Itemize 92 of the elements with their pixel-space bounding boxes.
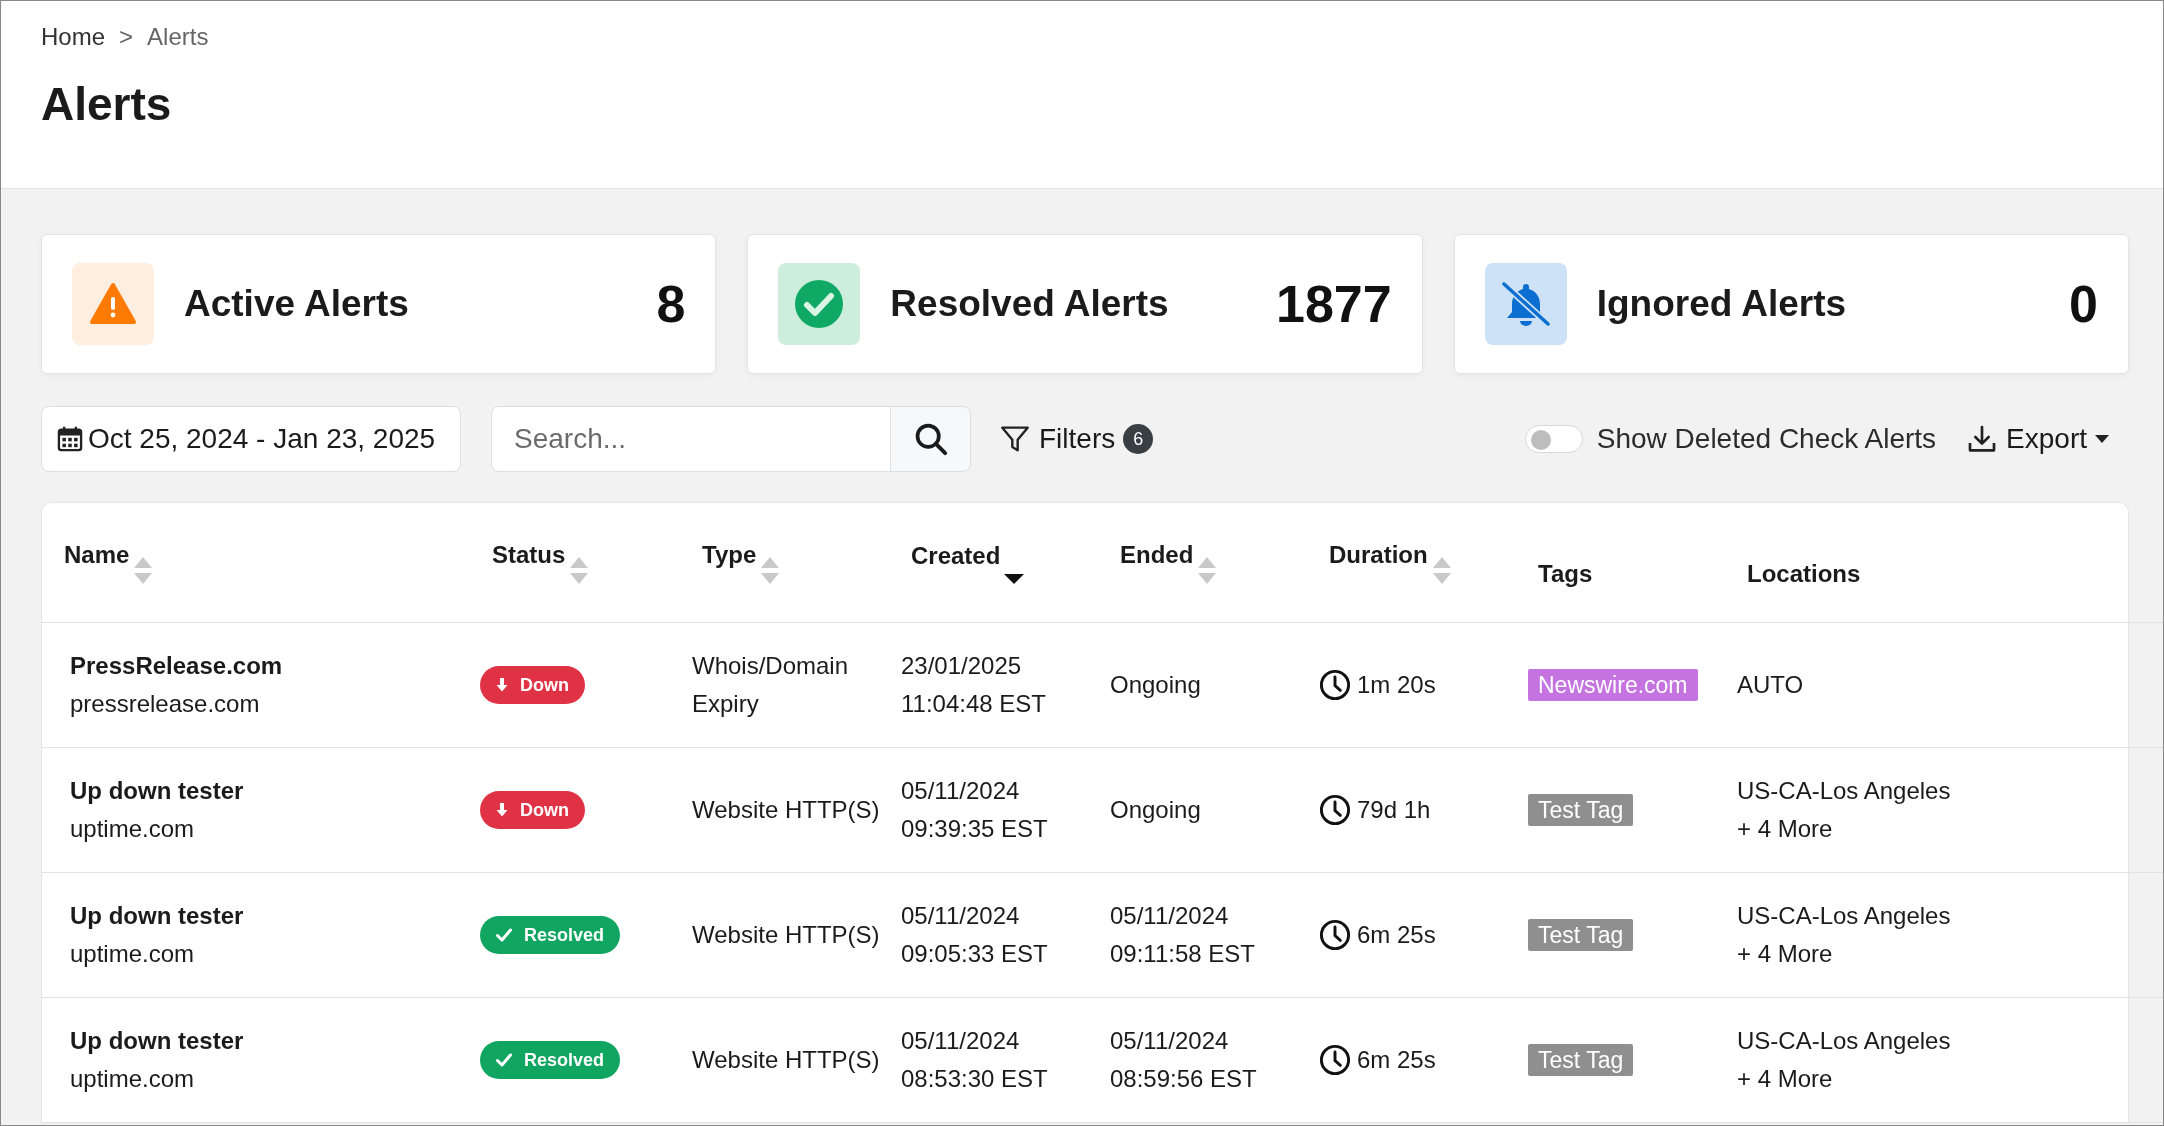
bell-slash-icon: [1499, 280, 1552, 328]
down-arrow-icon: [496, 803, 508, 817]
stat-label: Resolved Alerts: [890, 283, 1170, 325]
clock-icon: [1319, 669, 1351, 701]
location: US-CA-Los Angeles: [1737, 776, 1952, 806]
created-time: 09:39:35 EST: [901, 814, 1049, 844]
search-button[interactable]: [891, 406, 971, 472]
created-time: 05/11/2024: [901, 901, 1021, 931]
created-time: 11:04:48 EST: [901, 689, 1047, 719]
ended-time: 08:59:56 EST: [1110, 1064, 1258, 1094]
column-header[interactable]: Name: [42, 503, 470, 623]
clock-icon: [1319, 919, 1351, 951]
date-range-picker[interactable]: Oct 25, 2024 - Jan 23, 2025: [41, 406, 461, 472]
ended-time: 05/11/2024: [1110, 1026, 1230, 1056]
filters-label: Filters: [1039, 423, 1116, 455]
check-circle-icon: [794, 279, 845, 329]
breadcrumb-current: Alerts: [147, 23, 209, 51]
created-time: 09:05:33 EST: [901, 939, 1049, 969]
breadcrumb-separator: >: [119, 23, 134, 51]
status-badge: Down: [480, 666, 585, 704]
stat-count: 0: [2069, 274, 2098, 334]
column-label: Locations: [1747, 559, 1861, 588]
alert-host: uptime.com: [70, 1064, 196, 1094]
alert-type: Website HTTP(S): [692, 920, 881, 950]
alert-name: Up down tester: [70, 901, 245, 931]
column-header[interactable]: Created: [889, 503, 1098, 623]
export-button[interactable]: Export: [1966, 423, 2109, 455]
column-label: Status: [492, 540, 566, 569]
check-icon: [496, 928, 512, 942]
status-badge: Resolved: [480, 916, 621, 954]
breadcrumb-link[interactable]: Home: [41, 23, 106, 51]
duration: 1m 20s: [1357, 670, 1436, 700]
location: US-CA-Los Angeles: [1737, 901, 1952, 931]
created-time: 05/11/2024: [901, 1026, 1021, 1056]
alert-host: pressrelease.com: [70, 689, 261, 719]
created-time: 05/11/2024: [901, 776, 1021, 806]
calendar-icon: [56, 425, 84, 453]
ended-time: Ongoing: [1110, 795, 1202, 825]
column-label: Type: [702, 540, 757, 569]
down-arrow-icon: [496, 678, 508, 692]
created-time: 23/01/2025: [901, 651, 1023, 681]
tag-label: Newswire.com: [1528, 669, 1698, 701]
funnel-icon: [999, 423, 1031, 455]
search-field[interactable]: Search...: [491, 406, 891, 472]
alert-type: Website HTTP(S): [692, 1045, 881, 1075]
column-label: Tags: [1538, 559, 1593, 588]
tag-label: Test Tag: [1528, 794, 1634, 826]
alert-name: Up down tester: [70, 1026, 245, 1056]
clock-icon: [1319, 794, 1351, 826]
alert-host: uptime.com: [70, 814, 196, 844]
column-header[interactable]: Duration: [1307, 503, 1516, 623]
location: US-CA-Los Angeles: [1737, 1026, 1952, 1056]
filters-count-badge: 6: [1123, 424, 1154, 454]
duration: 6m 25s: [1357, 920, 1436, 950]
status-badge: Resolved: [480, 1041, 621, 1079]
status-badge: Down: [480, 791, 585, 829]
duration: 79d 1h: [1357, 795, 1431, 825]
column-header[interactable]: Status: [470, 503, 680, 623]
toggle-label: Show Deleted Check Alerts: [1596, 423, 1937, 455]
column-label: Ended: [1120, 540, 1194, 569]
created-time: 08:53:30 EST: [901, 1064, 1049, 1094]
ended-time: Ongoing: [1110, 670, 1202, 700]
ended-time: 05/11/2024: [1110, 901, 1230, 931]
column-label: Name: [64, 540, 130, 569]
tag-label: Test Tag: [1528, 1044, 1634, 1076]
location: + 4 More: [1737, 939, 1834, 969]
stat-label: Active Alerts: [184, 283, 410, 325]
alert-type: Whois/Domain Expiry: [692, 651, 850, 719]
ended-time: 09:11:58 EST: [1110, 939, 1256, 969]
location: + 4 More: [1737, 1064, 1834, 1094]
check-icon: [496, 1053, 512, 1067]
tag-label: Test Tag: [1528, 919, 1634, 951]
alert-name: Up down tester: [70, 776, 245, 806]
caret-icon: [2095, 435, 2109, 443]
alert-host: uptime.com: [70, 939, 196, 969]
column-header[interactable]: Type: [680, 503, 889, 623]
page-title: Alerts: [41, 77, 173, 131]
location: + 4 More: [1737, 814, 1834, 844]
filters-button[interactable]: Filters 6: [999, 423, 1154, 455]
location: AUTO: [1737, 670, 1805, 700]
alert-name: PressRelease.com: [70, 651, 284, 681]
alert-type: Website HTTP(S): [692, 795, 881, 825]
clock-icon: [1319, 1044, 1351, 1076]
stat-label: Ignored Alerts: [1596, 283, 1848, 325]
toggle-switch[interactable]: [1524, 425, 1583, 453]
duration: 6m 25s: [1357, 1045, 1436, 1075]
column-label: Created: [911, 541, 1001, 570]
column-header[interactable]: Ended: [1098, 503, 1307, 623]
stat-count: 1877: [1275, 274, 1392, 334]
stat-count: 8: [656, 274, 686, 334]
column-label: Duration: [1329, 540, 1428, 569]
search-icon: [913, 422, 948, 456]
